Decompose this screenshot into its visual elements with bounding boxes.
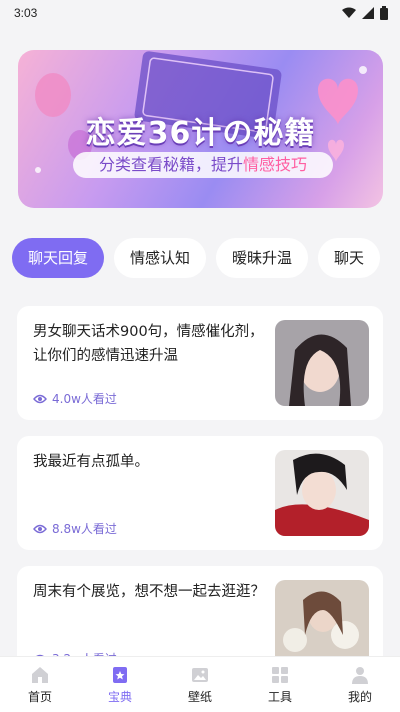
eye-icon	[33, 394, 47, 403]
card-title: 我最近有点孤单。	[33, 454, 149, 470]
bottom-nav: 首页 宝典 壁纸 工具 我的	[0, 656, 400, 712]
category-tabs: 聊天回复 情感认知 暧昧升温 聊天	[12, 238, 400, 278]
tab-chat-reply[interactable]: 聊天回复	[12, 238, 105, 278]
nav-tools[interactable]: 工具	[240, 657, 320, 712]
promo-banner[interactable]: 恋爱36计の秘籍 分类查看秘籍，提升情感技巧	[18, 50, 383, 208]
grid-icon	[272, 667, 288, 683]
article-card[interactable]: 我最近有点孤单。 8.8w人看过	[17, 436, 383, 550]
signal-icon	[362, 7, 374, 19]
tab-chat[interactable]: 聊天	[318, 238, 381, 278]
article-card[interactable]: 男女聊天话术900句，情感催化剂，让你们的感情迅速升温 4.0w人看过	[17, 306, 383, 420]
card-title: 男女聊天话术900句，情感催化剂，让你们的感情迅速升温	[33, 324, 264, 364]
tab-ambiguity[interactable]: 暧昧升温	[216, 238, 309, 278]
card-title: 周末有个展览，想不想一起去逛逛？	[33, 584, 265, 600]
wifi-icon	[342, 7, 356, 18]
person-icon	[352, 667, 368, 684]
banner-title: 恋爱36计の秘籍	[85, 116, 316, 151]
view-count: 4.0w人看过	[52, 392, 117, 406]
book-icon	[113, 667, 127, 683]
tab-emotion-cognition[interactable]: 情感认知	[114, 238, 207, 278]
home-icon	[32, 667, 48, 683]
card-thumbnail	[275, 320, 369, 406]
card-thumbnail	[275, 580, 369, 666]
card-thumbnail	[275, 450, 369, 536]
battery-icon	[380, 6, 388, 20]
eye-icon	[33, 524, 47, 533]
image-icon	[192, 668, 208, 682]
status-bar: 3:03	[0, 0, 400, 26]
nav-wallpaper[interactable]: 壁纸	[160, 657, 240, 712]
view-count: 8.8w人看过	[52, 522, 117, 536]
nav-guide[interactable]: 宝典	[80, 657, 160, 712]
banner-subtitle: 分类查看秘籍，提升情感技巧	[73, 152, 333, 178]
status-time: 3:03	[14, 6, 38, 20]
nav-home[interactable]: 首页	[0, 657, 80, 712]
nav-profile[interactable]: 我的	[320, 657, 400, 712]
